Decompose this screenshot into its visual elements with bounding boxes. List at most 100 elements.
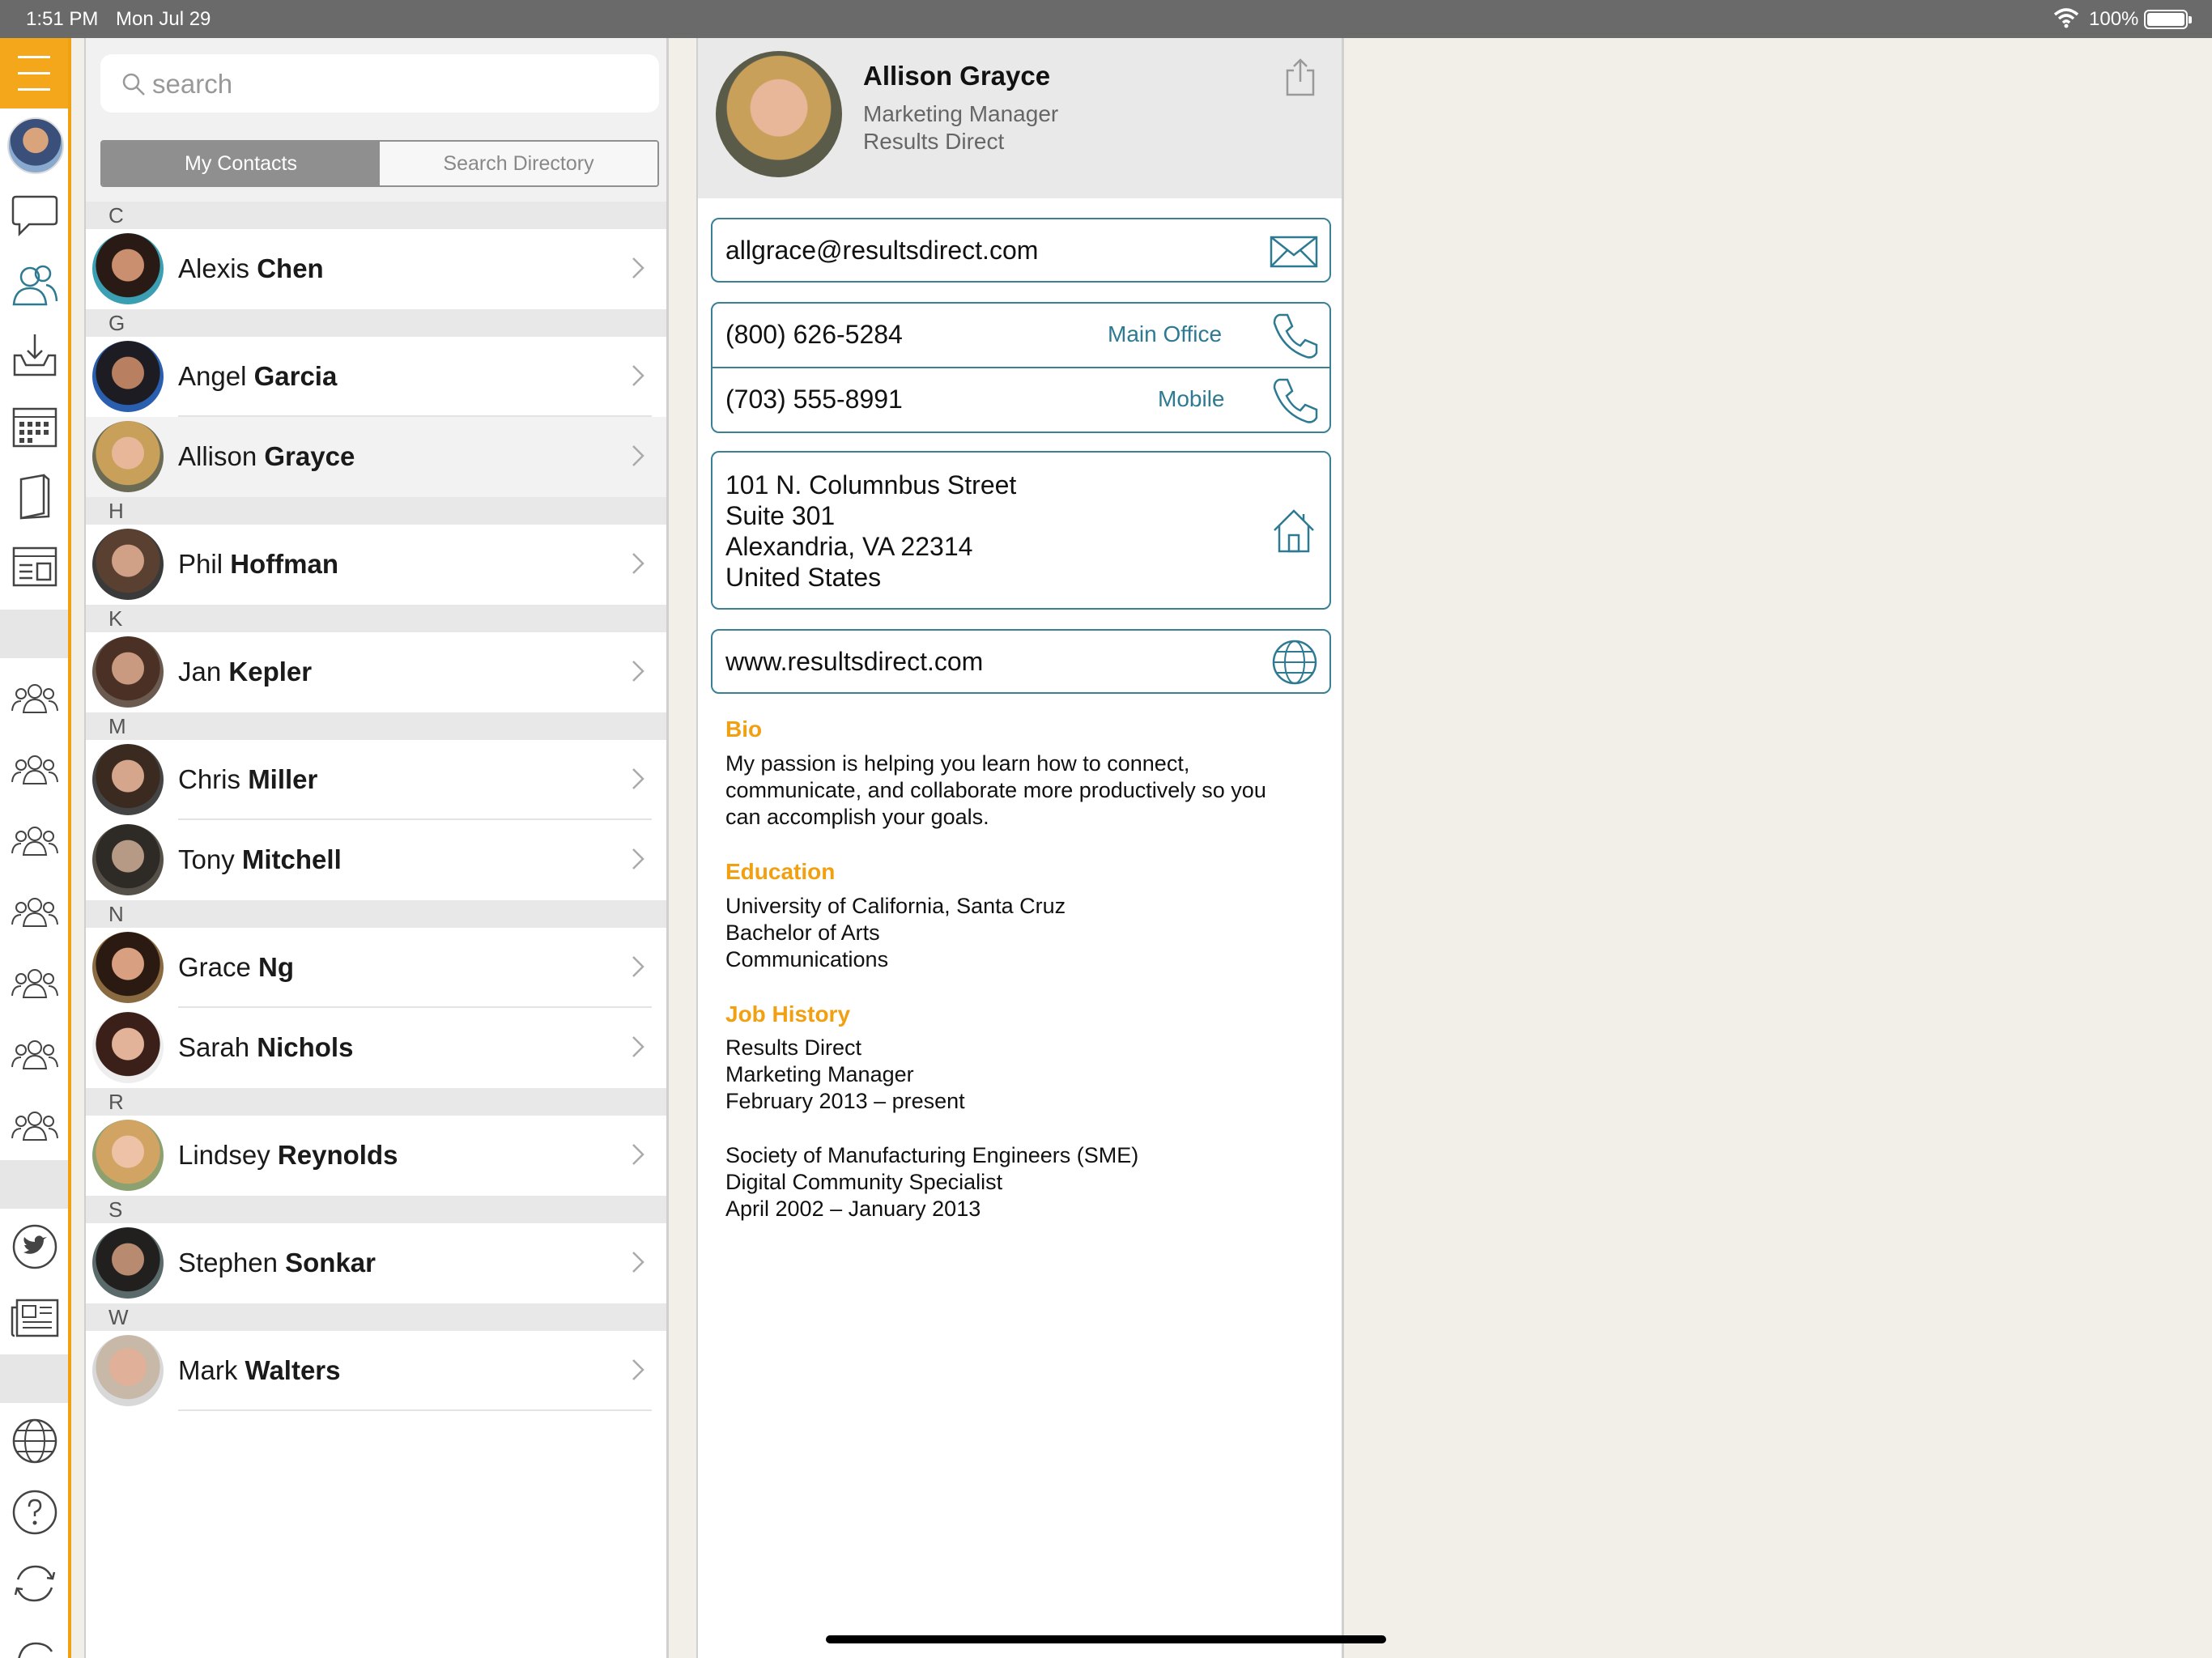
share-icon[interactable] — [1284, 57, 1317, 96]
section-header: W — [86, 1303, 666, 1331]
phone-number[interactable]: (703) 555-8991 — [725, 385, 903, 414]
contact-name: Chris Miller — [178, 764, 318, 794]
job-history-line: April 2002 – January 2013 — [725, 1197, 981, 1221]
status-date: Mon Jul 29 — [116, 8, 211, 30]
address-card[interactable]: 101 N. Columnbus Street Suite 301 Alexan… — [711, 451, 1331, 610]
bio-line: communicate, and collaborate more produc… — [725, 778, 1266, 802]
section-header: N — [86, 900, 666, 928]
contact-name: Jan Kepler — [178, 657, 313, 687]
battery-percent: 100% — [2089, 8, 2139, 30]
logout-icon[interactable] — [8, 1625, 62, 1658]
detail-header: Allison Grayce Marketing Manager Results… — [698, 38, 1342, 198]
contact-name: Alexis Chen — [178, 253, 324, 283]
job-history-line: February 2013 – present — [725, 1089, 965, 1113]
job-history-line: Results Direct — [725, 1035, 862, 1060]
email-card[interactable]: allgrace@resultsdirect.com — [711, 218, 1331, 283]
job-history-heading: Job History — [725, 1001, 851, 1027]
group-icon[interactable] — [8, 742, 62, 796]
address-line: Alexandria, VA 22314 — [725, 532, 973, 561]
twitter-icon[interactable] — [8, 1220, 62, 1273]
group-icon[interactable] — [8, 885, 62, 938]
contact-photo — [92, 932, 164, 1003]
contact-photo — [92, 529, 164, 600]
job-history-line: Marketing Manager — [725, 1062, 914, 1086]
section-header: C — [86, 202, 666, 229]
phone-divider — [713, 367, 1329, 368]
profile-avatar[interactable] — [7, 117, 64, 174]
contact-photo — [92, 1227, 164, 1299]
contact-photo — [92, 636, 164, 708]
status-time: 1:51 PM — [26, 8, 99, 30]
detail-name: Allison Grayce — [863, 61, 1051, 91]
status-bar: 1:51 PM Mon Jul 29 100% — [0, 0, 2212, 38]
contact-row-allison-grayce[interactable]: Allison Grayce — [86, 417, 666, 497]
news-icon[interactable] — [8, 1291, 62, 1345]
chevron-right-icon — [632, 1144, 644, 1165]
contact-name: Angel Garcia — [178, 361, 338, 391]
contact-row-jan-kepler[interactable]: Jan Kepler — [86, 632, 666, 712]
tab-search-directory[interactable]: Search Directory — [380, 142, 657, 185]
contact-photo — [92, 421, 164, 492]
inbox-icon[interactable] — [8, 328, 62, 381]
battery-icon — [2144, 10, 2192, 29]
education-line: Communications — [725, 947, 889, 971]
globe-icon[interactable] — [8, 1414, 62, 1468]
section-header: R — [86, 1088, 666, 1116]
email-address: allgrace@resultsdirect.com — [725, 236, 1039, 265]
detail-photo — [716, 51, 842, 177]
chevron-right-icon — [632, 848, 644, 869]
calendar-icon[interactable] — [8, 399, 62, 453]
home-indicator — [826, 1635, 1386, 1643]
group-icon[interactable] — [8, 956, 62, 1010]
phone-label: Mobile — [1158, 386, 1225, 411]
contact-name: Allison Grayce — [178, 441, 355, 471]
group-icon[interactable] — [8, 1027, 62, 1081]
home-icon[interactable] — [1270, 506, 1318, 555]
chevron-right-icon — [632, 553, 644, 574]
tab-my-contacts[interactable]: My Contacts — [102, 142, 380, 185]
dashboard-icon[interactable] — [8, 540, 62, 593]
website-card[interactable]: www.resultsdirect.com — [711, 629, 1331, 694]
contact-row-sarah-nichols[interactable]: Sarah Nichols — [86, 1008, 666, 1088]
phone-icon[interactable] — [1271, 376, 1320, 425]
contact-row-stephen-sonkar[interactable]: Stephen Sonkar — [86, 1223, 666, 1303]
group-icon[interactable] — [8, 671, 62, 725]
contact-row-phil-hoffman[interactable]: Phil Hoffman — [86, 525, 666, 605]
job-history-line: Digital Community Specialist — [725, 1170, 1003, 1194]
search-input[interactable]: search — [100, 54, 659, 113]
contact-row-mark-walters[interactable]: Mark Walters — [86, 1331, 666, 1411]
group-icon[interactable] — [8, 1099, 62, 1152]
contact-name: Mark Walters — [178, 1355, 341, 1385]
chat-bubble-icon[interactable] — [8, 189, 62, 242]
contact-list-panel: search My Contacts Search Directory C Al… — [84, 38, 669, 1658]
contact-photo — [92, 233, 164, 304]
contact-row-chris-miller[interactable]: Chris Miller — [86, 740, 666, 820]
mail-icon[interactable] — [1270, 236, 1318, 268]
contact-photo — [92, 1335, 164, 1406]
book-icon[interactable] — [8, 470, 62, 524]
search-icon — [122, 73, 145, 96]
help-icon[interactable] — [8, 1486, 62, 1539]
contact-row-grace-ng[interactable]: Grace Ng — [86, 928, 666, 1008]
contacts-icon[interactable] — [8, 258, 62, 312]
contact-row-angel-garcia[interactable]: Angel Garcia — [86, 337, 666, 417]
phone-icon[interactable] — [1271, 312, 1320, 360]
sync-icon[interactable] — [8, 1557, 62, 1610]
section-header: H — [86, 497, 666, 525]
row-divider — [178, 1409, 652, 1411]
contact-row-lindsey-reynolds[interactable]: Lindsey Reynolds — [86, 1116, 666, 1196]
globe-icon[interactable] — [1271, 639, 1318, 686]
education-line: University of California, Santa Cruz — [725, 894, 1066, 918]
bio-line: can accomplish your goals. — [725, 805, 989, 829]
search-placeholder: search — [152, 69, 233, 99]
chevron-right-icon — [632, 768, 644, 789]
menu-icon[interactable] — [0, 38, 68, 108]
job-history-line: Society of Manufacturing Engineers (SME) — [725, 1143, 1139, 1167]
chevron-right-icon — [632, 445, 644, 466]
wifi-icon — [2053, 8, 2079, 28]
phone-number[interactable]: (800) 626-5284 — [725, 320, 903, 350]
group-icon[interactable] — [8, 814, 62, 867]
contact-row-alexis-chen[interactable]: Alexis Chen — [86, 229, 666, 309]
section-header: M — [86, 712, 666, 740]
contact-row-tony-mitchell[interactable]: Tony Mitchell — [86, 820, 666, 900]
